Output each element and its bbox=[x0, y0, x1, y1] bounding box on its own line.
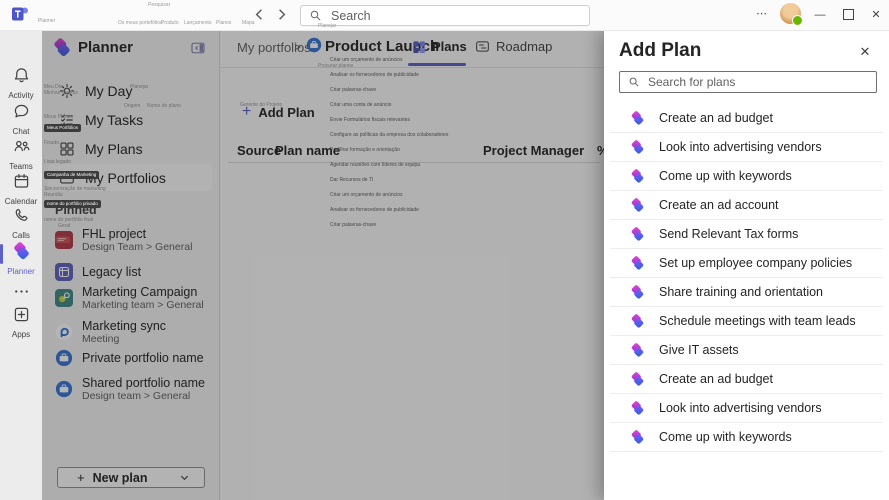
plan-suggestion-row[interactable]: Look into advertising vendors bbox=[610, 133, 883, 162]
plan-suggestion-label: Come up with keywords bbox=[659, 169, 792, 183]
planner-logo-icon bbox=[630, 343, 645, 358]
phone-icon bbox=[12, 206, 31, 230]
bell-icon bbox=[12, 66, 31, 90]
rail-item-label: Activity bbox=[8, 91, 33, 100]
loc-artifact: Lançamento bbox=[184, 20, 212, 26]
planner-icon bbox=[12, 242, 31, 266]
rail-item-teams[interactable]: Teams bbox=[0, 137, 42, 171]
loc-artifact: Planner bbox=[38, 18, 55, 24]
plan-suggestion-row[interactable]: Share training and orientation bbox=[610, 278, 883, 307]
panel-title: Add Plan bbox=[619, 40, 701, 62]
modal-scrim[interactable] bbox=[42, 30, 604, 500]
rail-item-planner[interactable]: Planner bbox=[0, 242, 42, 276]
plan-suggestion-label: Share training and orientation bbox=[659, 285, 823, 299]
rail-item-label: Planner bbox=[7, 267, 35, 276]
planner-logo-icon bbox=[630, 227, 645, 242]
title-bar: ⋯ — ✕ Pesquisar Planner Planejar Os meus… bbox=[0, 0, 889, 31]
search-icon bbox=[309, 9, 322, 22]
loc-artifact: Planejar bbox=[318, 23, 336, 29]
avatar[interactable] bbox=[780, 3, 801, 24]
loc-artifact: Os meus portefólios bbox=[118, 20, 162, 26]
teams-icon bbox=[12, 137, 31, 161]
rail-item-calls[interactable]: Calls bbox=[0, 206, 42, 240]
plan-suggestion-row[interactable]: Look into advertising vendors bbox=[610, 394, 883, 423]
plan-suggestion-label: Look into advertising vendors bbox=[659, 140, 822, 154]
plan-suggestion-label: Schedule meetings with team leads bbox=[659, 314, 856, 328]
forward-button[interactable] bbox=[274, 7, 289, 27]
maximize-button[interactable] bbox=[834, 0, 862, 29]
planner-logo-icon bbox=[630, 140, 645, 155]
plan-suggestion-row[interactable]: Set up employee company policies bbox=[610, 249, 883, 278]
plan-search-input[interactable] bbox=[646, 74, 870, 90]
rail-item-more[interactable] bbox=[0, 282, 42, 306]
plan-suggestion-label: Create an ad budget bbox=[659, 111, 773, 125]
planner-logo-icon bbox=[630, 430, 645, 445]
more-options-icon[interactable]: ⋯ bbox=[756, 7, 769, 20]
loc-artifact: Planos bbox=[216, 20, 231, 26]
rail-item-label: Calls bbox=[12, 231, 30, 240]
teams-logo-icon bbox=[10, 4, 30, 29]
plan-suggestion-row[interactable]: Send Relevant Tax forms bbox=[610, 220, 883, 249]
close-panel-button[interactable]: ✕ bbox=[856, 43, 874, 61]
plan-suggestion-list: Create an ad budget Look into advertising… bbox=[604, 104, 889, 452]
plan-suggestion-label: Look into advertising vendors bbox=[659, 401, 822, 415]
rail-item-label: Chat bbox=[13, 127, 30, 136]
plan-suggestion-row[interactable]: Create an ad budget bbox=[610, 365, 883, 394]
plan-suggestion-label: Give IT assets bbox=[659, 343, 739, 357]
loc-artifact: Pesquisar bbox=[148, 2, 170, 8]
rail-item-label: Teams bbox=[9, 162, 33, 171]
rail-item-calendar[interactable]: Calendar bbox=[0, 172, 42, 206]
plan-suggestion-row[interactable]: Come up with keywords bbox=[610, 162, 883, 191]
plan-suggestion-row[interactable]: Come up with keywords bbox=[610, 423, 883, 452]
planner-logo-icon bbox=[630, 256, 645, 271]
planner-logo-icon bbox=[630, 401, 645, 416]
plan-suggestion-row[interactable]: Give IT assets bbox=[610, 336, 883, 365]
search-input[interactable] bbox=[329, 8, 563, 24]
planner-logo-icon bbox=[630, 314, 645, 329]
calendar-icon bbox=[12, 172, 31, 196]
close-window-button[interactable]: ✕ bbox=[862, 0, 889, 29]
plan-suggestion-label: Come up with keywords bbox=[659, 430, 792, 444]
plan-suggestion-label: Create an ad account bbox=[659, 198, 779, 212]
plan-suggestion-label: Send Relevant Tax forms bbox=[659, 227, 798, 241]
plan-suggestion-row[interactable]: Create an ad account bbox=[610, 191, 883, 220]
minimize-button[interactable]: — bbox=[806, 0, 834, 29]
rail-item-apps[interactable]: Apps bbox=[0, 305, 42, 339]
planner-logo-icon bbox=[630, 198, 645, 213]
plan-suggestion-label: Set up employee company policies bbox=[659, 256, 852, 270]
plan-suggestion-label: Create an ad budget bbox=[659, 372, 773, 386]
planner-logo-icon bbox=[630, 111, 645, 126]
chat-icon bbox=[12, 102, 31, 126]
planner-logo-icon bbox=[630, 285, 645, 300]
rail-item-chat[interactable]: Chat bbox=[0, 102, 42, 136]
apps-icon bbox=[12, 305, 31, 329]
dots-icon bbox=[12, 282, 31, 306]
plan-suggestion-row[interactable]: Schedule meetings with team leads bbox=[610, 307, 883, 336]
add-plan-panel: Add Plan ✕ Create an ad budget Look into … bbox=[604, 30, 889, 500]
global-search-box[interactable] bbox=[300, 5, 590, 26]
plan-suggestion-row[interactable]: Create an ad budget bbox=[610, 104, 883, 133]
rail-item-label: Apps bbox=[12, 330, 30, 339]
search-icon bbox=[628, 76, 640, 88]
rail-item-activity[interactable]: Activity bbox=[0, 66, 42, 100]
loc-artifact: Mapa bbox=[242, 20, 255, 26]
maximize-icon bbox=[843, 9, 854, 20]
app-rail: Activity Chat Teams Calendar Calls Planner App… bbox=[0, 30, 42, 500]
planner-logo-icon bbox=[630, 372, 645, 387]
rail-item-label: Calendar bbox=[5, 197, 37, 206]
loc-artifact: Produto bbox=[161, 20, 179, 26]
planner-logo-icon bbox=[630, 169, 645, 184]
plan-search-box[interactable] bbox=[619, 71, 877, 93]
teams-window: ⋯ — ✕ Pesquisar Planner Planejar Os meus… bbox=[0, 0, 889, 500]
